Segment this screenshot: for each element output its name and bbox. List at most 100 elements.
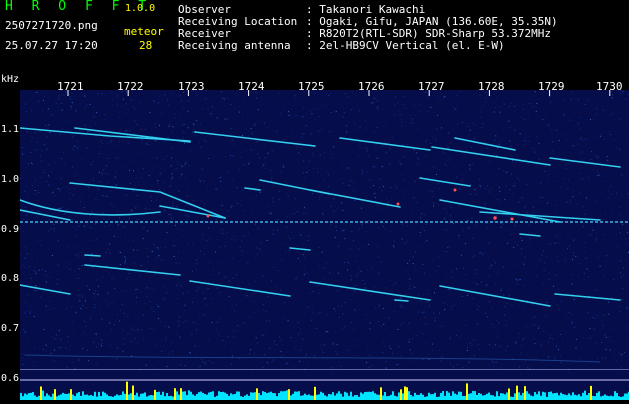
noise-dot bbox=[401, 122, 402, 123]
noise-dot bbox=[451, 272, 452, 273]
noise-dot bbox=[331, 282, 332, 283]
y-axis-unit: kHz bbox=[1, 74, 19, 85]
noise-dot bbox=[167, 366, 168, 367]
amplitude-bar bbox=[626, 393, 628, 400]
noise-dot bbox=[467, 350, 468, 351]
noise-dot bbox=[116, 158, 117, 159]
noise-dot bbox=[25, 207, 26, 208]
noise-dot bbox=[553, 286, 554, 287]
noise-dot bbox=[125, 260, 126, 261]
noise-dot bbox=[116, 185, 117, 186]
noise-dot bbox=[578, 99, 579, 100]
amplitude-bar bbox=[464, 396, 466, 400]
noise-dot bbox=[329, 323, 330, 324]
noise-dot bbox=[163, 286, 164, 287]
noise-dot bbox=[467, 220, 468, 221]
noise-dot bbox=[298, 334, 299, 335]
noise-dot bbox=[80, 252, 81, 253]
amplitude-bar bbox=[218, 391, 220, 400]
noise-dot bbox=[157, 368, 158, 369]
noise-dot bbox=[438, 257, 439, 258]
noise-dot bbox=[32, 137, 33, 138]
noise-dot bbox=[446, 145, 447, 146]
noise-dot bbox=[43, 100, 44, 101]
noise-dot bbox=[70, 99, 71, 100]
noise-dot bbox=[300, 235, 301, 236]
noise-dot bbox=[448, 160, 449, 161]
amplitude-bar bbox=[460, 392, 462, 400]
noise-dot bbox=[28, 337, 29, 338]
noise-dot bbox=[611, 194, 612, 195]
noise-dot bbox=[22, 364, 23, 365]
noise-dot bbox=[288, 111, 289, 112]
noise-dot bbox=[616, 360, 617, 361]
noise-dot bbox=[261, 243, 262, 244]
noise-dot bbox=[512, 194, 513, 195]
noise-dot bbox=[332, 153, 333, 154]
noise-dot bbox=[623, 268, 624, 269]
noise-dot bbox=[360, 126, 361, 127]
noise-dot bbox=[494, 327, 495, 328]
noise-dot bbox=[217, 322, 218, 323]
noise-dot bbox=[342, 210, 343, 211]
noise-dot bbox=[613, 279, 614, 280]
noise-dot bbox=[161, 247, 162, 248]
noise-dot bbox=[483, 106, 484, 107]
noise-dot bbox=[241, 240, 242, 241]
noise-dot bbox=[52, 361, 53, 362]
noise-dot bbox=[481, 109, 482, 110]
noise-dot bbox=[51, 228, 52, 229]
noise-dot bbox=[538, 99, 539, 100]
amplitude-bar bbox=[288, 389, 290, 400]
amplitude-bar bbox=[466, 383, 468, 400]
noise-dot bbox=[72, 306, 73, 307]
noise-dot bbox=[173, 126, 174, 127]
noise-dot bbox=[373, 102, 374, 103]
noise-dot bbox=[66, 187, 67, 188]
noise-dot bbox=[119, 251, 120, 252]
noise-dot bbox=[418, 159, 419, 160]
noise-dot bbox=[183, 323, 184, 324]
noise-dot bbox=[518, 280, 519, 281]
noise-dot bbox=[239, 169, 240, 170]
amplitude-bar bbox=[588, 393, 590, 400]
noise-dot bbox=[95, 223, 96, 224]
noise-dot bbox=[425, 156, 426, 157]
noise-dot bbox=[407, 263, 408, 264]
amplitude-bar bbox=[540, 396, 542, 400]
noise-dot bbox=[248, 163, 249, 164]
noise-dot bbox=[303, 134, 304, 135]
noise-dot bbox=[236, 274, 237, 275]
noise-dot bbox=[620, 93, 621, 94]
noise-dot bbox=[348, 350, 349, 351]
meteor-trace bbox=[395, 300, 408, 301]
noise-dot bbox=[504, 104, 505, 105]
noise-dot bbox=[519, 333, 520, 334]
noise-dot bbox=[201, 201, 202, 202]
amplitude-bar bbox=[600, 396, 602, 400]
noise-dot bbox=[130, 113, 131, 114]
noise-dot bbox=[149, 209, 150, 210]
noise-dot bbox=[171, 148, 172, 149]
noise-dot bbox=[619, 119, 620, 120]
noise-dot bbox=[143, 238, 144, 239]
noise-dot bbox=[309, 161, 310, 162]
noise-dot bbox=[477, 305, 478, 306]
noise-dot bbox=[550, 244, 551, 245]
noise-dot bbox=[333, 211, 334, 212]
noise-dot bbox=[414, 287, 415, 288]
noise-dot bbox=[522, 240, 523, 241]
noise-dot bbox=[188, 127, 189, 128]
noise-dot bbox=[547, 181, 548, 182]
noise-dot bbox=[371, 267, 372, 268]
noise-dot bbox=[283, 166, 284, 167]
noise-dot bbox=[143, 314, 144, 315]
noise-dot bbox=[205, 298, 206, 299]
noise-dot bbox=[539, 259, 540, 260]
noise-dot bbox=[519, 202, 520, 203]
noise-dot bbox=[233, 156, 234, 157]
amplitude-bar bbox=[522, 393, 524, 400]
noise-dot bbox=[545, 314, 546, 315]
amplitude-bar bbox=[108, 396, 110, 400]
noise-dot bbox=[159, 95, 160, 96]
